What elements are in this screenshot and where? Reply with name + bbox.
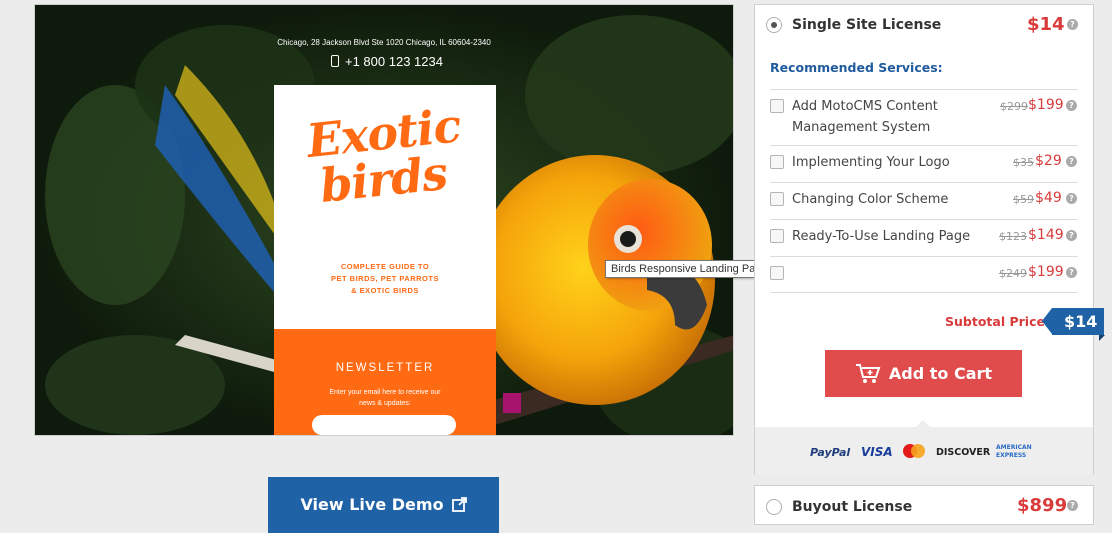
service-old-price: $299 (1000, 100, 1028, 113)
buyout-license-panel: Buyout License $899 ? (754, 485, 1094, 525)
service-price: $29 (1035, 153, 1062, 169)
landing-subtitle: COMPLETE GUIDE TO PET BIRDS, PET PARROTS… (331, 262, 439, 295)
buyout-license-price: $899 (1017, 495, 1068, 516)
help-icon[interactable]: ? (1066, 100, 1077, 111)
help-icon[interactable]: ? (1066, 193, 1077, 204)
address-text: Chicago, 28 Jackson Blvd Ste 1020 Chicag… (277, 38, 491, 47)
service-old-price: $123 (999, 230, 1027, 243)
newsletter-title: NEWSLETTER (335, 362, 435, 374)
service-name: Add MotoCMS Content Management System (792, 99, 938, 135)
service-price: $149 (1028, 227, 1064, 243)
service-price: $49 (1035, 190, 1062, 206)
view-live-demo-button[interactable]: View Live Demo (268, 477, 499, 533)
service-item: $249 $199 ? (770, 256, 1078, 293)
subtotal-label: Subtotal Price: (945, 314, 1050, 329)
landing-card: Exotic birds COMPLETE GUIDE TO PET BIRDS… (274, 85, 496, 435)
mastercard-logo (901, 443, 927, 459)
external-link-icon (451, 496, 467, 512)
service-item: Changing Color Scheme $59 $49 ? (770, 182, 1078, 219)
service-name: Changing Color Scheme (792, 192, 949, 207)
service-old-price: $35 (1013, 156, 1034, 169)
newsletter-description: Enter your email here to receive our new… (329, 389, 441, 407)
service-checkbox[interactable] (770, 155, 784, 169)
discover-logo: DISCOVER (936, 447, 991, 458)
landing-title: Exotic birds (304, 98, 463, 213)
newsletter-email-input[interactable] (312, 415, 456, 435)
service-price: $199 (1028, 264, 1064, 280)
service-name: Implementing Your Logo (792, 155, 950, 170)
cart-icon (855, 363, 881, 383)
phone-icon (331, 55, 339, 67)
newsletter-block: NEWSLETTER Enter your email here to rece… (274, 329, 496, 435)
buyout-license-radio[interactable] (766, 499, 782, 515)
service-checkbox[interactable] (770, 99, 784, 113)
service-checkbox[interactable] (770, 192, 784, 206)
help-icon[interactable]: ? (1067, 19, 1078, 30)
service-name: Ready-To-Use Landing Page (792, 229, 971, 244)
recommended-services-title: Recommended Services: (770, 60, 943, 75)
service-item: Implementing Your Logo $35 $29 ? (770, 145, 1078, 182)
buyout-license-label: Buyout License (792, 499, 913, 515)
paypal-logo: PayPal (810, 446, 851, 459)
single-license-label: Single Site License (792, 17, 942, 33)
help-icon[interactable]: ? (1067, 500, 1078, 511)
help-icon[interactable]: ? (1066, 267, 1077, 278)
service-item: Ready-To-Use Landing Page $123 $149 ? (770, 219, 1078, 256)
phone-number: +1 800 123 1234 (331, 54, 443, 69)
add-to-cart-button[interactable]: Add to Cart (825, 350, 1022, 397)
service-checkbox[interactable] (770, 229, 784, 243)
help-icon[interactable]: ? (1066, 230, 1077, 241)
single-license-radio[interactable] (766, 17, 782, 33)
service-old-price: $59 (1013, 193, 1034, 206)
visa-logo: VISA (861, 445, 893, 459)
subtotal-price-tag: $14 (1042, 308, 1105, 341)
service-item: Add MotoCMS Content Management System $2… (770, 89, 1078, 143)
service-price: $199 (1028, 97, 1064, 113)
single-license-panel: Single Site License $14 ? Recommended Se… (754, 4, 1105, 475)
help-icon[interactable]: ? (1066, 156, 1077, 167)
single-license-price: $14 (1027, 14, 1065, 35)
payment-methods: PayPal VISA DISCOVER AMERICAN EXPRESS (755, 420, 1093, 475)
template-preview[interactable]: Chicago, 28 Jackson Blvd Ste 1020 Chicag… (34, 4, 734, 436)
service-checkbox[interactable] (770, 266, 784, 280)
service-old-price: $249 (999, 267, 1027, 280)
amex-logo: AMERICAN EXPRESS (996, 444, 1032, 459)
